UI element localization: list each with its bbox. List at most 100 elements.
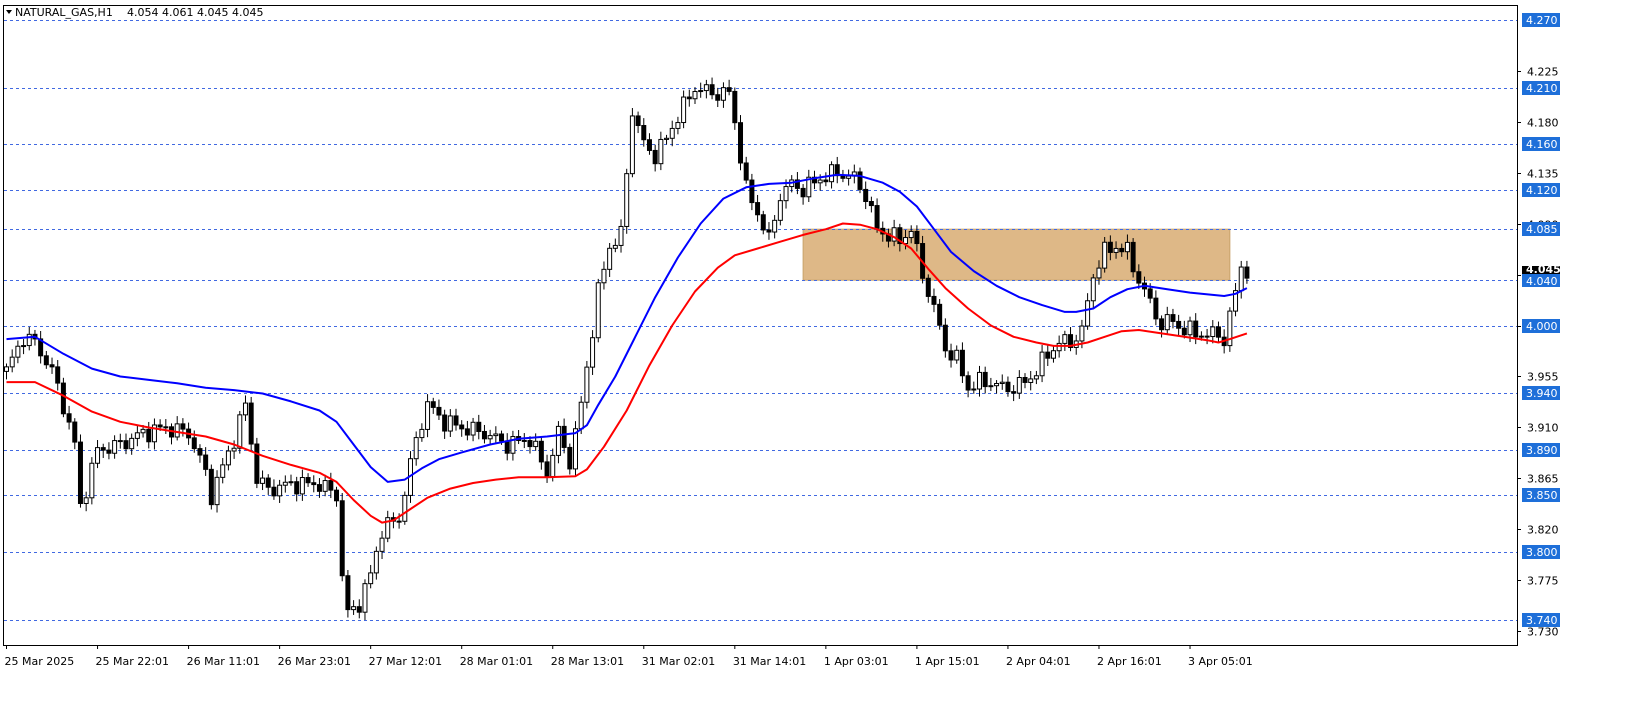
candle-body: [635, 115, 641, 127]
candle-body: [646, 139, 652, 151]
candle: [1227, 307, 1233, 352]
candle-body: [1215, 326, 1221, 338]
candle-body: [692, 91, 698, 100]
time-tick-label: 28 Mar 13:01: [551, 655, 624, 668]
level-tag-overlay[interactable]: 4.040: [1522, 275, 1560, 288]
level-tag-label: 3.740: [1526, 614, 1558, 627]
candle-body: [1210, 326, 1216, 338]
level-tag[interactable]: 3.800: [1522, 545, 1560, 559]
candle-body: [584, 366, 590, 403]
candle-body: [772, 219, 778, 233]
candle: [1102, 236, 1108, 273]
candle-body: [1147, 288, 1153, 299]
candle-body: [504, 440, 510, 454]
candle-body: [225, 450, 231, 466]
candle-body: [180, 423, 186, 430]
candle-body: [1016, 377, 1022, 394]
candle-body: [544, 461, 550, 477]
candle-body: [351, 606, 357, 611]
candle-body: [868, 200, 874, 207]
time-tick-label: 31 Mar 14:01: [733, 655, 806, 668]
candle-body: [1159, 318, 1165, 331]
level-tag[interactable]: 3.850: [1522, 488, 1560, 502]
candle: [89, 457, 95, 505]
candle-body: [106, 449, 112, 454]
candle-body: [555, 425, 561, 456]
level-tag-label: 4.085: [1526, 223, 1558, 236]
supply-demand-zone-layer: [802, 228, 1231, 281]
level-tag-label: 4.120: [1526, 184, 1558, 197]
candle-body: [590, 337, 596, 368]
level-tag[interactable]: 4.270: [1522, 13, 1560, 27]
candle-body: [641, 125, 647, 141]
candle-body: [220, 464, 226, 478]
level-tag[interactable]: 4.000: [1522, 319, 1560, 333]
candle-body: [760, 214, 766, 231]
candle-body: [1238, 266, 1244, 292]
candle-body: [533, 440, 539, 448]
time-tick-label: 2 Apr 16:01: [1097, 655, 1162, 668]
price-chart[interactable]: 4.2254.1804.1354.0904.0454.0003.9553.910…: [0, 0, 1651, 708]
candle-body: [607, 247, 613, 270]
candle-body: [954, 349, 960, 361]
candle-body: [316, 484, 322, 492]
candle-body: [982, 371, 988, 388]
candle-body: [72, 421, 78, 443]
candle-body: [208, 468, 214, 506]
level-tag-label: 4.000: [1526, 320, 1558, 333]
candle-body: [612, 244, 618, 249]
level-tag[interactable]: 3.890: [1522, 443, 1560, 457]
candle-body: [681, 96, 687, 124]
candle-body: [777, 200, 783, 221]
price-tick-label: 3.955: [1527, 371, 1559, 384]
candle-body: [419, 428, 425, 439]
candle-body: [1176, 320, 1182, 329]
candle-body: [305, 477, 311, 484]
candle-body: [994, 382, 1000, 387]
time-tick-label: 28 Mar 01:01: [460, 655, 533, 668]
candle-body: [942, 324, 948, 352]
candle-body: [1164, 314, 1170, 331]
candle-body: [937, 303, 943, 326]
candle: [1130, 238, 1136, 278]
candle-body: [1096, 267, 1102, 279]
candle-body: [282, 481, 288, 486]
candle-body: [726, 87, 732, 92]
symbol-label: NATURAL_GAS,H1: [15, 6, 113, 19]
candle-body: [925, 277, 931, 297]
candle-body: [521, 439, 527, 442]
candle-body: [396, 520, 402, 523]
candle-body: [1187, 320, 1193, 336]
candle-body: [1056, 342, 1062, 352]
candle-body: [464, 428, 470, 436]
candle-body: [89, 462, 95, 499]
candle-body: [1119, 247, 1125, 253]
candle-body: [203, 454, 209, 470]
candle-body: [738, 122, 744, 164]
candle-body: [9, 356, 15, 368]
candle-body: [294, 481, 300, 495]
candle-body: [379, 537, 385, 552]
level-tag-label: 3.800: [1526, 546, 1558, 559]
candle-body: [339, 500, 345, 577]
candle-body: [447, 415, 453, 432]
level-tag[interactable]: 4.210: [1522, 81, 1560, 95]
level-tag[interactable]: 4.085: [1522, 222, 1560, 236]
candle-body: [4, 366, 9, 372]
level-tag-label: 3.890: [1526, 444, 1558, 457]
level-tag[interactable]: 3.940: [1522, 386, 1560, 400]
candle-body: [629, 115, 635, 175]
candle: [339, 493, 345, 582]
candle-body: [652, 149, 658, 165]
candle-body: [766, 229, 772, 233]
candle-body: [55, 366, 61, 384]
chart-header: NATURAL_GAS,H1 4.054 4.061 4.045 4.045: [6, 6, 263, 19]
level-tag[interactable]: 3.740: [1522, 613, 1560, 627]
level-tag[interactable]: 4.160: [1522, 137, 1560, 151]
level-tag-label: 3.940: [1526, 387, 1558, 400]
level-tag[interactable]: 4.120: [1522, 183, 1560, 197]
price-tick-label: 4.180: [1527, 117, 1559, 130]
candle-body: [146, 428, 152, 443]
price-tick-label: 4.225: [1527, 66, 1559, 79]
candle-body: [743, 162, 749, 181]
